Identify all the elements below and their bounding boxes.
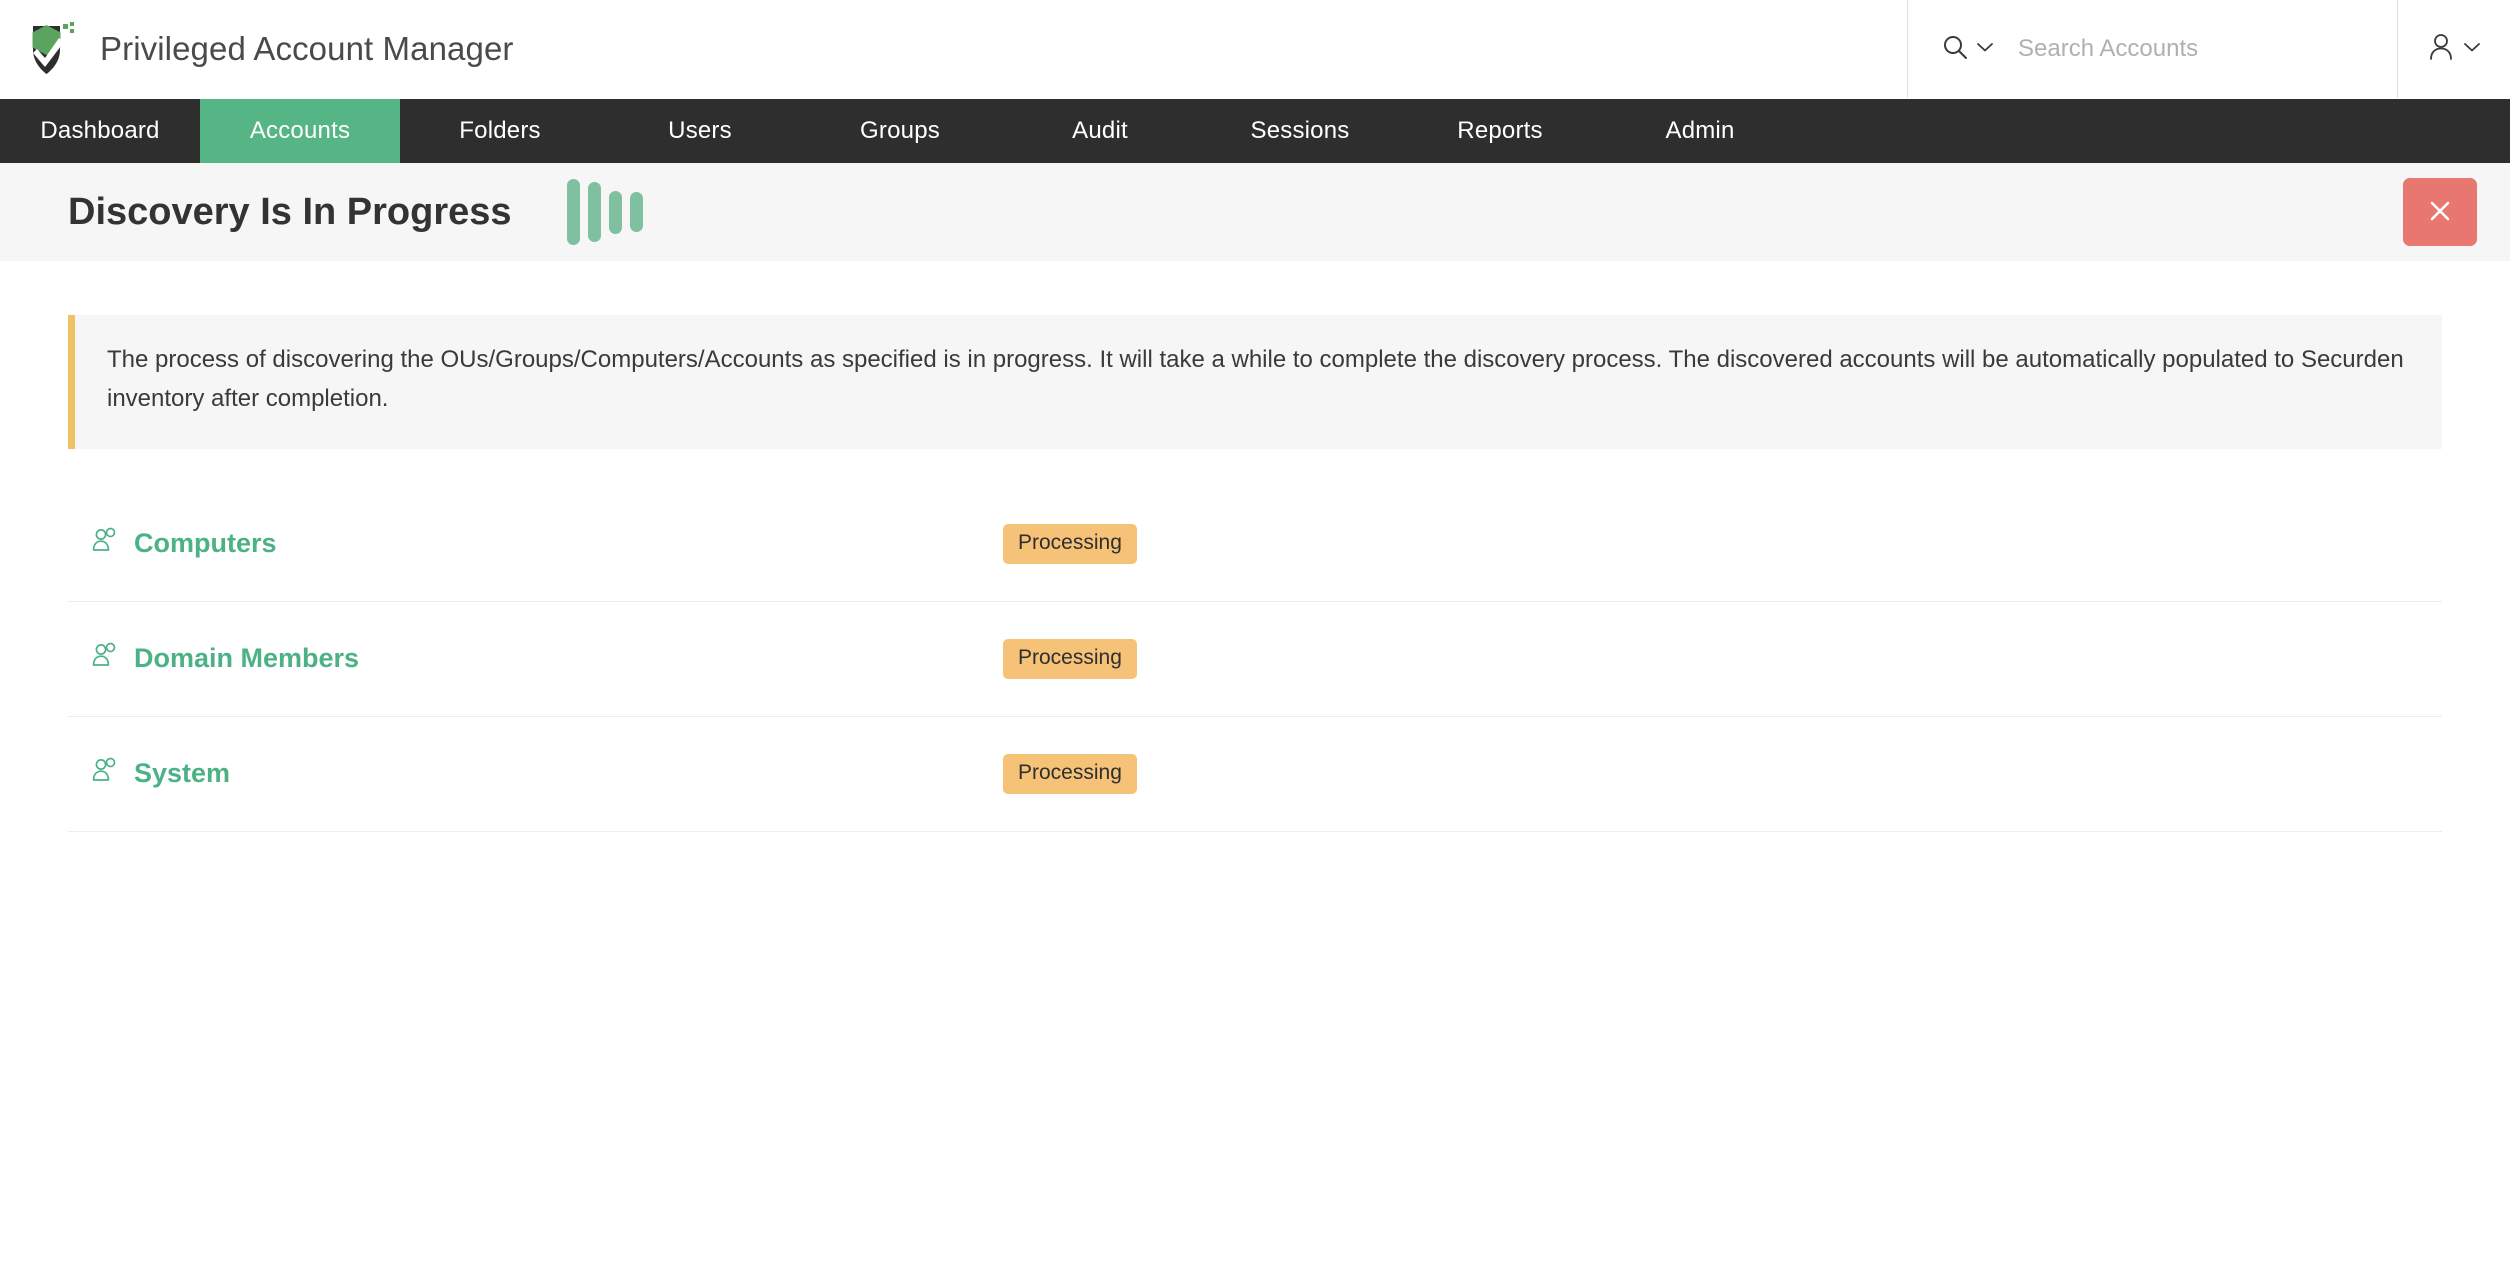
chevron-down-icon (2463, 40, 2481, 58)
app-title: Privileged Account Manager (100, 30, 514, 67)
discovery-row-computers[interactable]: Computers (68, 526, 1003, 561)
nav-item-users[interactable]: Users (600, 99, 800, 163)
user-menu-button[interactable] (2397, 0, 2510, 98)
group-users-icon (90, 526, 120, 561)
status-badge: Processing (1003, 523, 1137, 564)
nav-item-dashboard[interactable]: Dashboard (0, 99, 200, 163)
page-header: Discovery Is In Progress (0, 163, 2510, 261)
row-label-text: System (134, 758, 231, 789)
top-bar: Privileged Account Manager (0, 0, 2510, 99)
search-scope-dropdown[interactable] (1941, 33, 1994, 66)
search-icon (1941, 33, 1969, 66)
row-label-text: Domain Members (134, 643, 360, 674)
page-content: The process of discovering the OUs/Group… (0, 315, 2510, 832)
group-users-icon (90, 641, 120, 676)
search-bar (1907, 0, 2397, 98)
nav-item-audit[interactable]: Audit (1000, 99, 1200, 163)
table-row: System Processing (68, 717, 2442, 832)
discovery-row-system[interactable]: System (68, 756, 1003, 791)
chevron-down-icon (1976, 40, 1994, 58)
discovery-notice-banner: The process of discovering the OUs/Group… (68, 315, 2442, 449)
discovery-row-domain-members[interactable]: Domain Members (68, 641, 1003, 676)
row-label-text: Computers (134, 528, 277, 559)
table-row: Computers Processing (68, 487, 2442, 602)
nav-item-accounts[interactable]: Accounts (200, 99, 400, 163)
nav-item-groups[interactable]: Groups (800, 99, 1000, 163)
page-title: Discovery Is In Progress (68, 190, 512, 233)
main-navigation: Dashboard Accounts Folders Users Groups … (0, 99, 2510, 163)
nav-item-admin[interactable]: Admin (1600, 99, 1800, 163)
close-button[interactable] (2403, 178, 2477, 246)
user-icon (2427, 32, 2455, 67)
nav-item-folders[interactable]: Folders (400, 99, 600, 163)
status-badge: Processing (1003, 638, 1137, 679)
discovery-list: Computers Processing Domain Members Proc… (68, 487, 2442, 832)
close-icon (2425, 196, 2455, 229)
group-users-icon (90, 756, 120, 791)
status-badge: Processing (1003, 753, 1137, 794)
nav-item-sessions[interactable]: Sessions (1200, 99, 1400, 163)
search-input[interactable] (2004, 35, 2384, 63)
nav-item-reports[interactable]: Reports (1400, 99, 1600, 163)
brand: Privileged Account Manager (0, 0, 514, 98)
loading-bars-icon (566, 172, 643, 252)
table-row: Domain Members Processing (68, 602, 2442, 717)
shield-check-logo-icon (30, 20, 82, 78)
top-bar-spacer (514, 0, 1907, 98)
